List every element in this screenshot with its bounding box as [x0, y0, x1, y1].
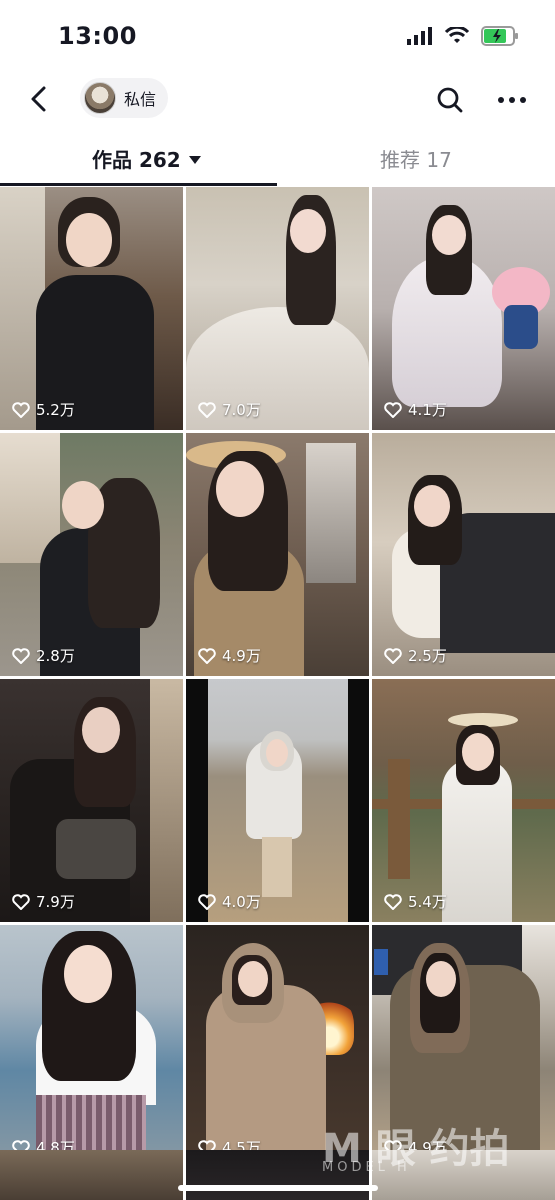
like-count: 5.4万 [384, 891, 447, 912]
heart-icon [12, 647, 30, 664]
more-dots-icon [498, 97, 526, 103]
tab-works[interactable]: 作品 262 [92, 144, 201, 173]
video-tile[interactable]: 5.2万 [0, 187, 183, 430]
battery-charging-icon [481, 26, 519, 50]
tab-works-label: 作品 262 [92, 148, 181, 172]
status-bar: 13:00 [0, 0, 555, 72]
like-count: 7.9万 [12, 891, 75, 912]
status-icons [407, 25, 519, 50]
heart-icon [198, 401, 216, 418]
direct-message-label: 私信 [124, 90, 157, 109]
heart-icon [384, 401, 402, 418]
video-grid: 5.2万 7.0万 4.1万 2.8万 4.9万 2.5万 7.9万 4.0万 … [0, 187, 555, 1168]
status-time: 13:00 [58, 22, 137, 50]
like-count: 2.8万 [12, 645, 75, 666]
heart-icon [198, 647, 216, 664]
more-options-button[interactable] [497, 86, 527, 114]
like-count: 4.0万 [198, 891, 261, 912]
back-button[interactable] [24, 84, 54, 114]
like-count: 4.9万 [198, 645, 261, 666]
caret-down-icon [188, 155, 201, 164]
like-count: 2.5万 [384, 645, 447, 666]
video-tile[interactable]: 4.1万 [372, 187, 555, 430]
watermark-sub: MODEL H [322, 1160, 411, 1175]
cellular-signal-icon [407, 27, 433, 49]
heart-icon [384, 893, 402, 910]
active-tab-indicator [0, 183, 277, 186]
search-icon [437, 87, 463, 113]
wifi-icon [444, 25, 470, 49]
home-indicator[interactable] [178, 1185, 378, 1191]
video-tile[interactable]: 4.9万 [186, 433, 369, 676]
like-count: 7.0万 [198, 399, 261, 420]
video-tile[interactable]: 4.8万 [0, 925, 183, 1168]
nav-bar: 私信 [0, 72, 555, 126]
heart-icon [198, 893, 216, 910]
video-tile[interactable]: 2.5万 [372, 433, 555, 676]
video-tile[interactable] [0, 1150, 183, 1200]
video-tile[interactable]: 4.0万 [186, 679, 369, 922]
avatar [84, 82, 116, 114]
like-count: 4.1万 [384, 399, 447, 420]
video-tile[interactable]: 5.4万 [372, 679, 555, 922]
like-count: 5.2万 [12, 399, 75, 420]
heart-icon [384, 647, 402, 664]
chevron-left-icon [31, 86, 46, 112]
tab-recommend[interactable]: 推荐 17 [380, 144, 452, 173]
profile-tabs: 作品 262 推荐 17 [0, 134, 555, 188]
search-button[interactable] [436, 86, 464, 114]
video-tile[interactable]: 7.0万 [186, 187, 369, 430]
video-tile[interactable]: 2.8万 [0, 433, 183, 676]
video-tile[interactable]: 7.9万 [0, 679, 183, 922]
heart-icon [12, 401, 30, 418]
direct-message-button[interactable]: 私信 [80, 78, 169, 118]
heart-icon [12, 893, 30, 910]
